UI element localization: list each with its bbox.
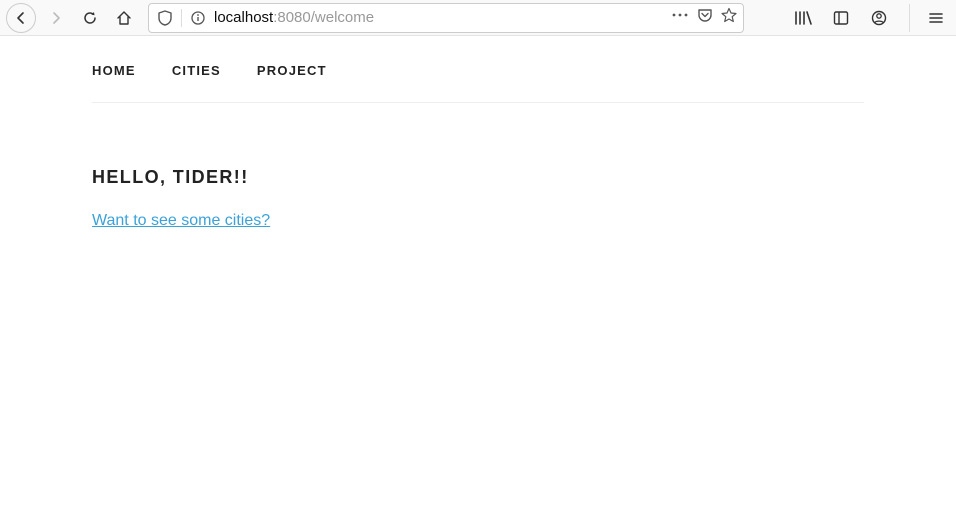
separator: [181, 9, 182, 27]
reload-button[interactable]: [76, 4, 104, 32]
url-text[interactable]: localhost:8080/welcome: [214, 9, 665, 26]
back-button[interactable]: [6, 3, 36, 33]
library-button[interactable]: [789, 4, 817, 32]
home-icon: [116, 10, 132, 26]
app-menu-button[interactable]: [922, 4, 950, 32]
library-icon: [794, 10, 812, 26]
toolbar-right: [789, 4, 950, 32]
sidebar-button[interactable]: [827, 4, 855, 32]
url-actions: [671, 7, 737, 28]
home-button[interactable]: [110, 4, 138, 32]
url-host: localhost: [214, 9, 273, 26]
arrow-right-icon: [48, 10, 64, 26]
separator: [909, 4, 910, 32]
page-actions-button[interactable]: [671, 8, 689, 27]
pocket-icon: [697, 7, 713, 23]
page-heading: HELLO, TIDER!!: [92, 167, 864, 188]
pocket-button[interactable]: [697, 7, 713, 28]
star-icon: [721, 7, 737, 23]
nav-cities[interactable]: CITIES: [172, 63, 221, 78]
account-icon: [871, 10, 887, 26]
nav-project[interactable]: PROJECT: [257, 63, 327, 78]
ellipsis-icon: [671, 8, 689, 22]
url-path: :8080/welcome: [273, 9, 374, 26]
page-content: HOME CITIES PROJECT HELLO, TIDER!! Want …: [0, 36, 956, 230]
site-nav: HOME CITIES PROJECT: [92, 36, 864, 103]
forward-button: [42, 4, 70, 32]
reload-icon: [82, 10, 98, 26]
bookmark-button[interactable]: [721, 7, 737, 28]
info-icon[interactable]: [188, 8, 208, 28]
shield-icon[interactable]: [155, 8, 175, 28]
browser-toolbar: localhost:8080/welcome: [0, 0, 956, 36]
see-cities-link[interactable]: Want to see some cities?: [92, 212, 270, 230]
sidebar-icon: [833, 10, 849, 26]
nav-home[interactable]: HOME: [92, 63, 136, 78]
arrow-left-icon: [13, 10, 29, 26]
hamburger-icon: [928, 10, 944, 26]
account-button[interactable]: [865, 4, 893, 32]
url-bar[interactable]: localhost:8080/welcome: [148, 3, 744, 33]
